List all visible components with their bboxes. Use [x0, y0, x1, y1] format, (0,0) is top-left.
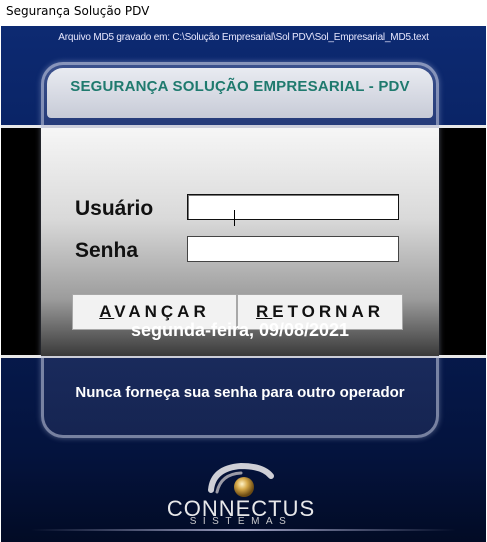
floor-reflection: [31, 529, 456, 531]
connectus-logo: CONNECTUS SISTEMAS: [151, 460, 331, 527]
main-window: Arquivo MD5 gravado em: C:\Solução Empre…: [1, 26, 486, 542]
window-titlebar: Segurança Solução PDV: [0, 0, 487, 26]
logo-subtitle: SISTEMAS: [189, 516, 293, 527]
panel-title: SEGURANÇA SOLUÇÃO EMPRESARIAL - PDV: [70, 78, 410, 95]
text-caret: [234, 210, 235, 226]
return-label: ETORNAR: [272, 302, 385, 321]
advance-label: VANÇAR: [114, 302, 210, 321]
password-input[interactable]: [187, 236, 399, 262]
user-input[interactable]: [187, 194, 399, 220]
connectus-logo-icon: [208, 462, 274, 497]
login-panel: SEGURANÇA SOLUÇÃO EMPRESARIAL - PDV Usuá…: [41, 62, 439, 438]
advance-mnemonic: A: [99, 302, 115, 321]
current-date: segunda-feira, 09/08/2021: [130, 320, 350, 340]
window-title: Segurança Solução PDV: [6, 4, 150, 18]
security-warning: Nunca forneça sua senha para outro opera…: [75, 384, 405, 401]
return-mnemonic: R: [255, 302, 273, 321]
password-label: Senha: [75, 239, 139, 262]
user-label: Usuário: [75, 197, 154, 220]
md5-path-info: Arquivo MD5 gravado em: C:\Solução Empre…: [58, 32, 429, 43]
